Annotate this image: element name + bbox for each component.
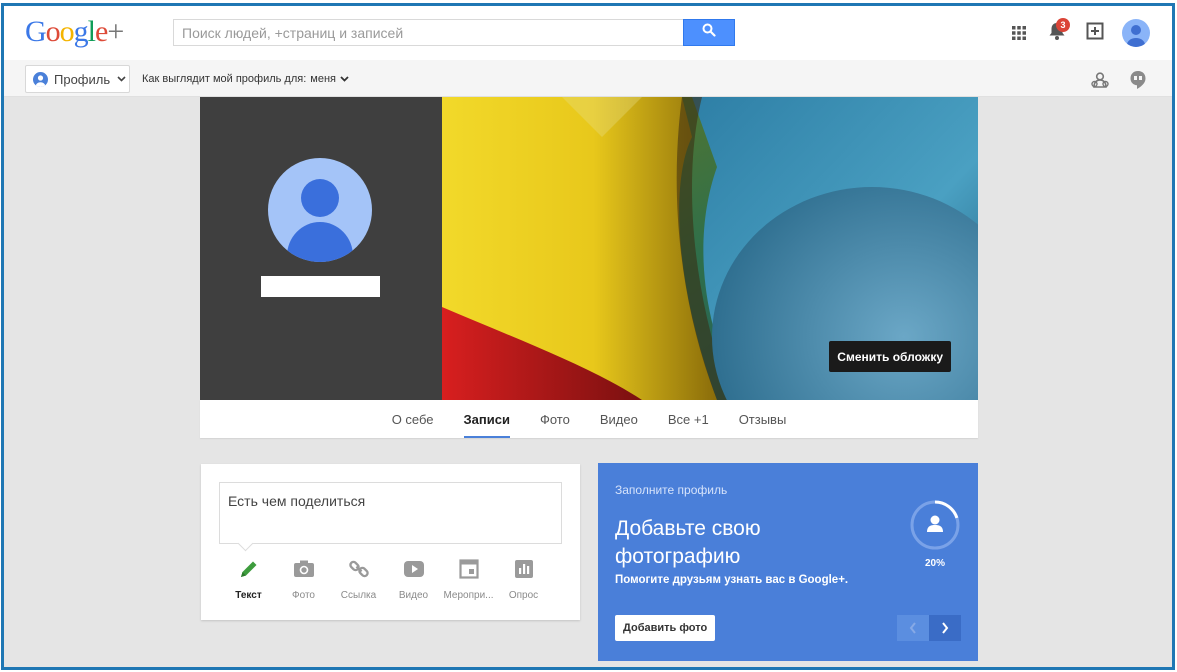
view-as: Как выглядит мой профиль для: меня [142, 73, 349, 85]
share-input[interactable]: Есть чем поделиться [219, 482, 562, 544]
google-plus-logo[interactable]: Google+ [25, 15, 124, 49]
tab-0[interactable]: О себе [392, 400, 434, 438]
share-action-5[interactable]: Опрос [496, 556, 551, 601]
logo-letter: g [73, 15, 89, 48]
profile-toolbar: Профиль Как выглядит мой профиль для: ме… [4, 60, 1172, 97]
share-action-label: Меропри... [443, 590, 494, 601]
search-button[interactable] [683, 19, 735, 46]
share-action-4[interactable]: Меропри... [441, 556, 496, 601]
tab-2[interactable]: Фото [540, 400, 570, 438]
chevron-down-icon [117, 76, 126, 82]
pencil-icon [238, 556, 260, 582]
app-window: Google+ Поиск людей, +страниц и записей … [1, 3, 1175, 670]
logo-letter: + [107, 15, 124, 48]
logo-letter: l [87, 15, 96, 48]
add-photo-button[interactable]: Добавить фото [615, 615, 716, 641]
hangouts-icon[interactable] [1126, 68, 1150, 92]
share-action-1[interactable]: Фото [276, 556, 331, 601]
notifications-button[interactable]: 3 [1042, 18, 1072, 48]
search-bar [173, 19, 735, 46]
share-action-label: Видео [398, 590, 429, 601]
promo-next-button[interactable] [929, 615, 961, 641]
cover-photo[interactable]: Сменить обложку [442, 97, 978, 400]
complete-profile-card: Заполните профиль Добавьте свою фотограф… [598, 463, 978, 661]
search-icon [702, 23, 716, 42]
share-action-label: Опрос [508, 590, 539, 601]
logo-letter: G [25, 15, 47, 48]
profile-menu-button[interactable]: Профиль [25, 65, 130, 93]
promo-subtitle: Помогите друзьям узнать вас в Google+. [615, 574, 849, 586]
share-button[interactable] [1080, 18, 1110, 48]
video-icon [403, 556, 425, 582]
tab-4[interactable]: Все +1 [668, 400, 709, 438]
view-as-selector[interactable]: меня [310, 73, 349, 85]
event-icon [458, 556, 479, 582]
profile-identity-panel [200, 97, 442, 400]
camera-icon [293, 556, 315, 582]
share-action-2[interactable]: Ссылка [331, 556, 386, 601]
share-action-0[interactable]: Текст [221, 556, 276, 601]
share-plus-icon [1086, 22, 1104, 45]
view-as-value: меня [310, 73, 336, 85]
toolbar-right-icons [1074, 68, 1150, 92]
profile-cover: Сменить обложку [200, 97, 978, 400]
chevron-right-icon [941, 622, 949, 634]
promo-title: Добавьте свою фотографию [615, 517, 761, 568]
profile-tabs: О себе Записи Фото Видео Все +1 Отзывы [200, 400, 978, 438]
tab-1[interactable]: Записи [463, 400, 511, 438]
profile-progress-ring [909, 499, 961, 551]
search-input[interactable] [173, 19, 683, 46]
apps-grid-icon[interactable] [1004, 18, 1034, 48]
top-icons: 3 [996, 18, 1150, 48]
share-box: Есть чем поделиться Текст Фото Ссылка Видео… [201, 464, 580, 620]
logo-letter: o [45, 15, 61, 48]
tab-3[interactable]: Видео [600, 400, 638, 438]
account-avatar[interactable] [1122, 19, 1150, 47]
chevron-down-icon [340, 76, 349, 82]
profile-progress-percent: 20% [924, 558, 945, 569]
top-bar: Google+ Поиск людей, +страниц и записей … [4, 6, 1172, 60]
share-actions: Текст Фото Ссылка Видео Меропри... Опрос [221, 556, 551, 601]
logo-letter: o [59, 15, 75, 48]
profile-avatar-icon [33, 71, 48, 87]
notification-badge: 3 [1056, 18, 1070, 32]
logo-letter: e [95, 15, 108, 48]
tab-5[interactable]: Отзывы [739, 400, 787, 438]
promo-prev-button[interactable] [897, 615, 929, 641]
promo-kicker: Заполните профиль [615, 483, 728, 497]
promo-pager [897, 615, 961, 641]
profile-name-redacted [261, 276, 380, 297]
view-as-label: Как выглядит мой профиль для: [142, 73, 307, 85]
poll-icon [514, 556, 533, 582]
circles-icon[interactable] [1088, 68, 1112, 92]
share-action-3[interactable]: Видео [386, 556, 441, 601]
share-action-label: Фото [292, 590, 315, 601]
profile-avatar[interactable] [268, 158, 372, 262]
change-cover-button[interactable]: Сменить обложку [829, 341, 951, 372]
share-action-label: Ссылка [340, 590, 377, 601]
share-action-label: Текст [235, 590, 262, 601]
person-icon [927, 515, 943, 532]
chevron-left-icon [909, 622, 917, 634]
profile-menu-label: Профиль [54, 71, 111, 87]
link-icon [348, 556, 370, 582]
